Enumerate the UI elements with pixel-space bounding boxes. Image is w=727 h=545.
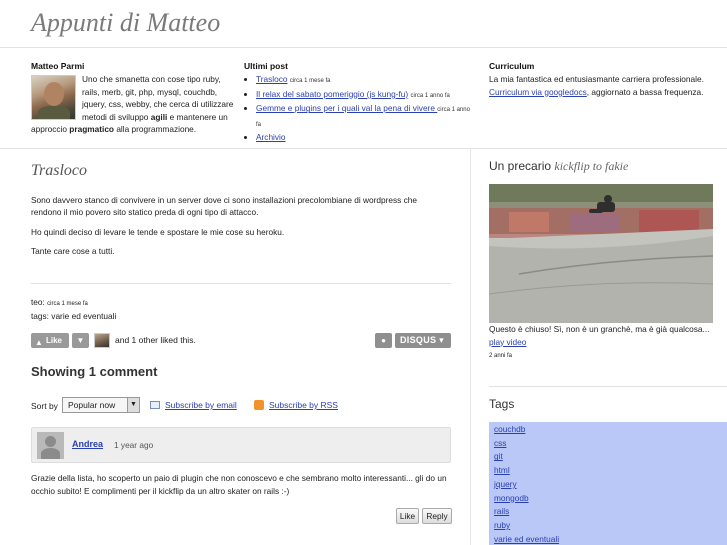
post-paragraph: Ho quindi deciso di levare le tende e sp… xyxy=(31,226,285,237)
archive-link[interactable]: Archivio xyxy=(256,132,286,142)
like-label: Like xyxy=(46,336,63,345)
recent-posts-list: Trasloco circa 1 mese fa Il relax del sa… xyxy=(244,73,472,143)
curriculum-text-1: La mia fantastica ed entusiasmante carri… xyxy=(489,74,704,85)
sidebar-divider xyxy=(489,386,727,387)
tags-list: couchdb css git html jquery mongodb rail… xyxy=(489,422,727,545)
liked-text: and 1 other liked this. xyxy=(115,335,196,345)
post-age: circa 1 anno fa xyxy=(410,92,450,99)
recent-posts-heading: Ultimi post xyxy=(244,61,288,71)
caption-text: Questo è chiuso! Sì, non è un granchè, m… xyxy=(489,324,710,334)
curriculum-link[interactable]: Curriculum via googledocs xyxy=(489,87,587,97)
list-item: Il relax del sabato pomeriggio (js kung-… xyxy=(256,88,472,102)
comment-time[interactable]: 1 year ago xyxy=(114,440,153,450)
liker-avatar[interactable] xyxy=(94,333,110,348)
sort-value: Popular now xyxy=(68,400,116,410)
curriculum-text-2: , aggiornato a bassa frequenza. xyxy=(586,86,704,97)
post-age: circa 1 mese fa xyxy=(47,301,88,307)
skate-photo[interactable] xyxy=(489,184,713,323)
rss-icon xyxy=(254,400,264,410)
tag-link[interactable]: ruby xyxy=(494,519,727,533)
sidebar-title-text: Un precario xyxy=(489,159,555,173)
recent-posts-section: Ultimi post Trasloco circa 1 mese fa Il … xyxy=(244,60,472,143)
tags-title: Tags xyxy=(489,397,515,411)
tag-link[interactable]: html xyxy=(494,464,727,478)
post-body: Sono davvero stanco di convivere in un s… xyxy=(31,194,441,265)
bio-pragmatico: pragmatico xyxy=(69,124,115,135)
bio-text-3: alla programmazione. xyxy=(114,124,197,135)
bio-agili: agili xyxy=(150,111,168,122)
post-link-gemme[interactable]: Gemme e plugins per i quali val la pena … xyxy=(256,103,437,113)
comments-count: Showing 1 comment xyxy=(31,364,158,379)
post-meta: teo: circa 1 mese fa tags: varie ed even… xyxy=(31,296,116,322)
chevron-down-icon: ▾ xyxy=(439,335,444,345)
disqus-logo: DISQUS xyxy=(400,335,437,345)
post-author: teo: xyxy=(31,297,45,307)
chevron-down-icon: ▼ xyxy=(127,398,139,412)
play-video-link[interactable]: play video xyxy=(489,337,526,347)
sidebar-caption: Questo è chiuso! Sì, non è un granchè, m… xyxy=(489,323,713,363)
skate-photo-art xyxy=(489,184,713,323)
post-link-trasloco[interactable]: Trasloco xyxy=(256,74,288,84)
header-divider xyxy=(0,47,727,48)
comment-like-button[interactable]: Like xyxy=(396,508,419,524)
curriculum-section: Curriculum La mia fantastica ed entusias… xyxy=(489,60,714,98)
section-divider xyxy=(0,148,727,149)
tag-link[interactable]: varie ed eventuali xyxy=(494,533,727,545)
post-divider xyxy=(31,283,451,284)
post-title[interactable]: Trasloco xyxy=(31,162,87,180)
tag-link[interactable]: mongodb xyxy=(494,492,727,506)
list-item: Gemme e plugins per i quali val la pena … xyxy=(256,102,472,131)
tag-link[interactable]: couchdb xyxy=(494,423,727,437)
tag-link[interactable]: jquery xyxy=(494,478,727,492)
tag-link[interactable]: git xyxy=(494,450,727,464)
thumbs-up-icon: ▲ xyxy=(35,338,43,347)
sort-bar: Sort by Popular now ▼ Subscribe by email … xyxy=(31,397,451,414)
disqus-menu-button[interactable]: DISQUS ▾ xyxy=(395,333,451,348)
dislike-button[interactable]: ▼ xyxy=(72,333,89,348)
column-divider xyxy=(470,149,471,545)
avatar[interactable] xyxy=(37,432,64,459)
sort-label: Sort by xyxy=(31,401,58,411)
bio-section: Matteo Parmi Uno che smanetta con cose t… xyxy=(31,60,237,135)
reactions-bar: ▲ Like ▼ and 1 other liked this. ● DISQUS… xyxy=(31,333,451,349)
caption-age: 2 anni fa xyxy=(489,353,513,360)
post-paragraph: Tante care cose a tutti. xyxy=(31,246,115,257)
user-button[interactable]: ● xyxy=(375,333,392,348)
sidebar-title-italic: kickflip to fakie xyxy=(554,159,629,173)
tag-link[interactable]: rails xyxy=(494,505,727,519)
user-icon: ● xyxy=(381,336,386,345)
thumbs-down-icon: ▼ xyxy=(76,336,85,345)
curriculum-heading: Curriculum xyxy=(489,61,535,71)
avatar xyxy=(31,75,76,121)
like-button[interactable]: ▲ Like xyxy=(31,333,69,348)
post-age: circa 1 mese fa xyxy=(289,78,331,85)
tag-link[interactable]: css xyxy=(494,437,727,451)
site-title[interactable]: Appunti di Matteo xyxy=(31,8,220,38)
comment-header: Andrea 1 year ago xyxy=(31,427,451,463)
comment-author[interactable]: Andrea xyxy=(72,439,103,449)
post-link-relax[interactable]: Il relax del sabato pomeriggio (js kung-… xyxy=(256,89,408,99)
comment-text: Grazie della lista, ho scoperto un paio … xyxy=(31,473,447,496)
sidebar-video-title: Un precario kickflip to fakie xyxy=(489,159,628,174)
post-paragraph: Sono davvero stanco di convivere in un s… xyxy=(31,195,418,218)
sort-select[interactable]: Popular now ▼ xyxy=(62,397,140,413)
bio-name: Matteo Parmi xyxy=(31,61,85,71)
subscribe-rss-link[interactable]: Subscribe by RSS xyxy=(269,400,338,410)
email-icon xyxy=(150,401,160,409)
subscribe-email-link[interactable]: Subscribe by email xyxy=(165,400,237,410)
post-tags: tags: varie ed eventuali xyxy=(31,311,117,321)
comment-reply-button[interactable]: Reply xyxy=(422,508,452,524)
list-item: Archivio xyxy=(256,131,472,143)
list-item: Trasloco circa 1 mese fa xyxy=(256,73,472,87)
